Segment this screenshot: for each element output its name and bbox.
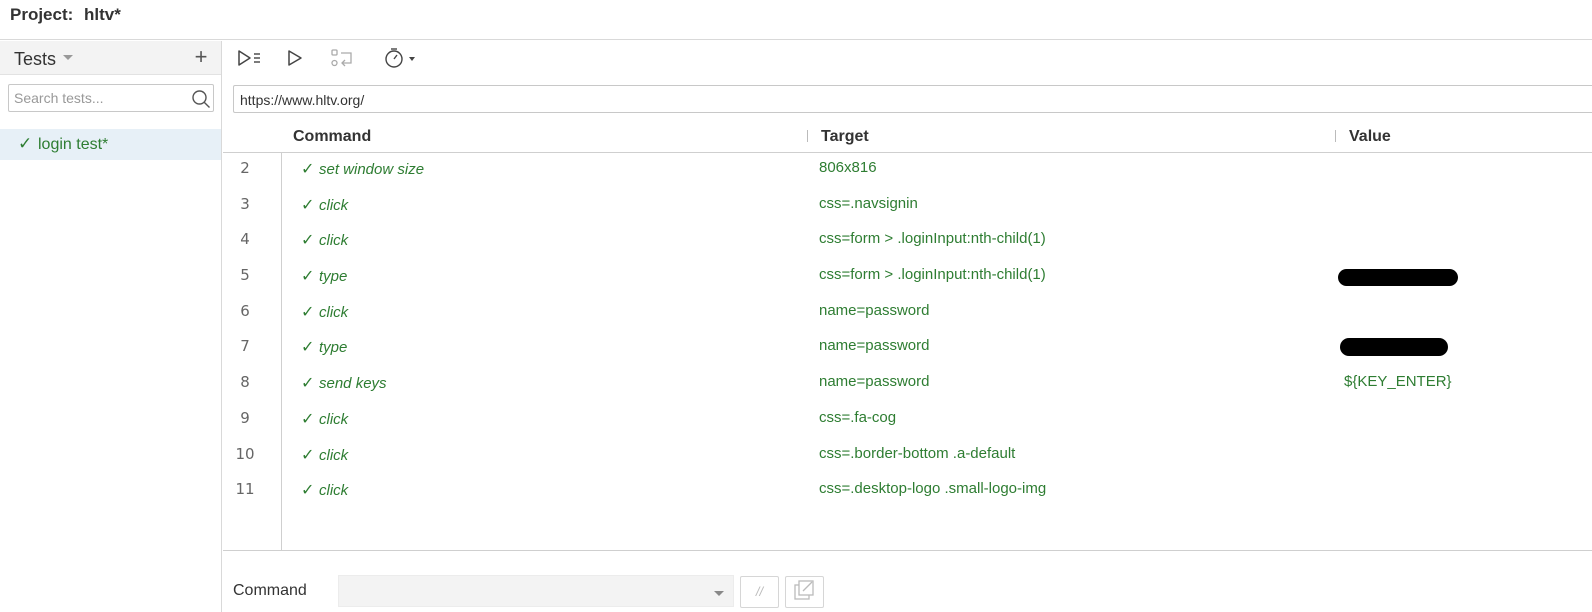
target-cell: css=.desktop-logo .small-logo-img: [819, 480, 1047, 498]
check-icon: ✓: [301, 446, 315, 464]
base-url-field: [233, 85, 1592, 113]
column-resize-handle[interactable]: [807, 130, 808, 142]
chevron-down-icon[interactable]: [63, 55, 73, 60]
row-number: 2: [240, 159, 250, 177]
command-cell: type: [319, 339, 348, 357]
table-row[interactable]: 2 ✓ set window size 806x816: [223, 153, 1592, 189]
search-tests-box: [8, 84, 214, 112]
check-icon: ✓: [301, 232, 315, 250]
command-rows: 2 ✓ set window size 806x816 3 ✓ click cs…: [223, 153, 1592, 510]
target-cell: name=password: [819, 301, 930, 319]
column-header-target: Target: [821, 128, 869, 145]
search-tests-input[interactable]: [14, 89, 184, 107]
project-header: Project: hltv*: [0, 0, 1592, 40]
search-icon[interactable]: [191, 89, 211, 109]
tests-dropdown[interactable]: Tests: [14, 49, 56, 70]
chevron-down-icon[interactable]: [714, 591, 724, 596]
add-test-button[interactable]: +: [190, 44, 212, 70]
redacted-value: [1340, 338, 1448, 357]
row-number: 9: [240, 408, 250, 427]
table-row[interactable]: 8 ✓ send keys name=password ${KEY_ENTER}: [223, 367, 1592, 403]
open-reference-button[interactable]: [785, 576, 824, 608]
check-icon: ✓: [301, 196, 315, 214]
check-icon: ✓: [301, 303, 315, 321]
command-cell: click: [319, 303, 349, 321]
check-icon: ✓: [301, 339, 315, 357]
table-row[interactable]: 6 ✓ click name=password: [223, 296, 1592, 332]
test-name: login test*: [38, 136, 109, 153]
tests-sidebar: Tests + ✓ login test*: [0, 41, 222, 612]
command-cell: type: [319, 268, 348, 286]
toolbar: [223, 41, 1592, 77]
table-row[interactable]: 11 ✓ click css=.desktop-logo .small-logo…: [223, 474, 1592, 510]
step-over-icon[interactable]: [330, 47, 354, 69]
table-bottom-divider: [223, 550, 1592, 551]
column-header-value: Value: [1349, 128, 1391, 145]
table-header: Command Target Value: [223, 123, 1592, 153]
column-resize-handle[interactable]: [1335, 130, 1336, 142]
command-cell: click: [319, 482, 349, 500]
target-cell: css=.border-bottom .a-default: [819, 444, 1016, 462]
target-cell: name=password: [819, 373, 930, 391]
command-cell: click: [319, 232, 349, 250]
check-icon: ✓: [301, 410, 315, 428]
target-cell: css=form > .loginInput:nth-child(1): [819, 230, 1046, 248]
target-cell: 806x816: [819, 159, 877, 176]
check-icon: ✓: [301, 161, 315, 178]
target-cell: name=password: [819, 337, 930, 355]
command-cell: click: [319, 196, 349, 214]
table-row[interactable]: 9 ✓ click css=.fa-cog: [223, 403, 1592, 439]
check-icon: ✓: [301, 375, 315, 393]
row-number: 5: [240, 266, 250, 285]
base-url-input[interactable]: [240, 91, 1540, 109]
target-cell: css=.navsignin: [819, 194, 918, 212]
row-number: 3: [240, 194, 250, 213]
comment-toggle-button[interactable]: //: [740, 576, 779, 608]
table-row[interactable]: 5 ✓ type css=form > .loginInput:nth-chil…: [223, 260, 1592, 296]
check-icon: ✓: [18, 134, 33, 153]
row-number: 10: [235, 444, 255, 463]
check-icon: ✓: [301, 268, 315, 286]
timer-icon[interactable]: [383, 47, 419, 69]
redacted-value: [1338, 269, 1458, 287]
check-icon: ✓: [301, 482, 315, 500]
tests-panel-header: Tests +: [0, 41, 221, 75]
table-row[interactable]: 7 ✓ type name=password: [223, 331, 1592, 367]
test-item-login-test[interactable]: ✓ login test*: [0, 129, 221, 160]
row-number: 8: [240, 373, 250, 392]
command-cell: set window size: [319, 161, 425, 178]
table-row[interactable]: 4 ✓ click css=form > .loginInput:nth-chi…: [223, 224, 1592, 260]
project-label: Project:: [10, 5, 74, 24]
run-all-icon[interactable]: [237, 47, 263, 69]
table-row[interactable]: 3 ✓ click css=.navsignin: [223, 189, 1592, 225]
run-icon[interactable]: [286, 47, 306, 69]
commands-table: Command Target Value 2 ✓ set window size…: [223, 123, 1592, 551]
value-cell: ${KEY_ENTER}: [1344, 373, 1452, 391]
row-number: 4: [240, 230, 250, 249]
command-cell: click: [319, 410, 349, 428]
command-field-label: Command: [233, 582, 307, 599]
external-link-icon: [794, 580, 814, 600]
command-cell: send keys: [319, 375, 387, 393]
command-cell: click: [319, 446, 349, 464]
selenium-ide-window: Project: hltv* Tests + ✓ login test*: [0, 0, 1592, 612]
project-name[interactable]: hltv*: [84, 5, 121, 25]
command-select[interactable]: [338, 575, 734, 607]
row-number: 11: [235, 480, 255, 499]
test-editor: Command Target Value 2 ✓ set window size…: [223, 41, 1592, 612]
table-row[interactable]: 10 ✓ click css=.border-bottom .a-default: [223, 439, 1592, 475]
target-cell: css=.fa-cog: [819, 408, 897, 426]
row-number: 6: [240, 301, 250, 320]
target-cell: css=form > .loginInput:nth-child(1): [819, 266, 1046, 284]
row-number: 7: [240, 337, 250, 356]
column-header-command: Command: [293, 128, 372, 145]
